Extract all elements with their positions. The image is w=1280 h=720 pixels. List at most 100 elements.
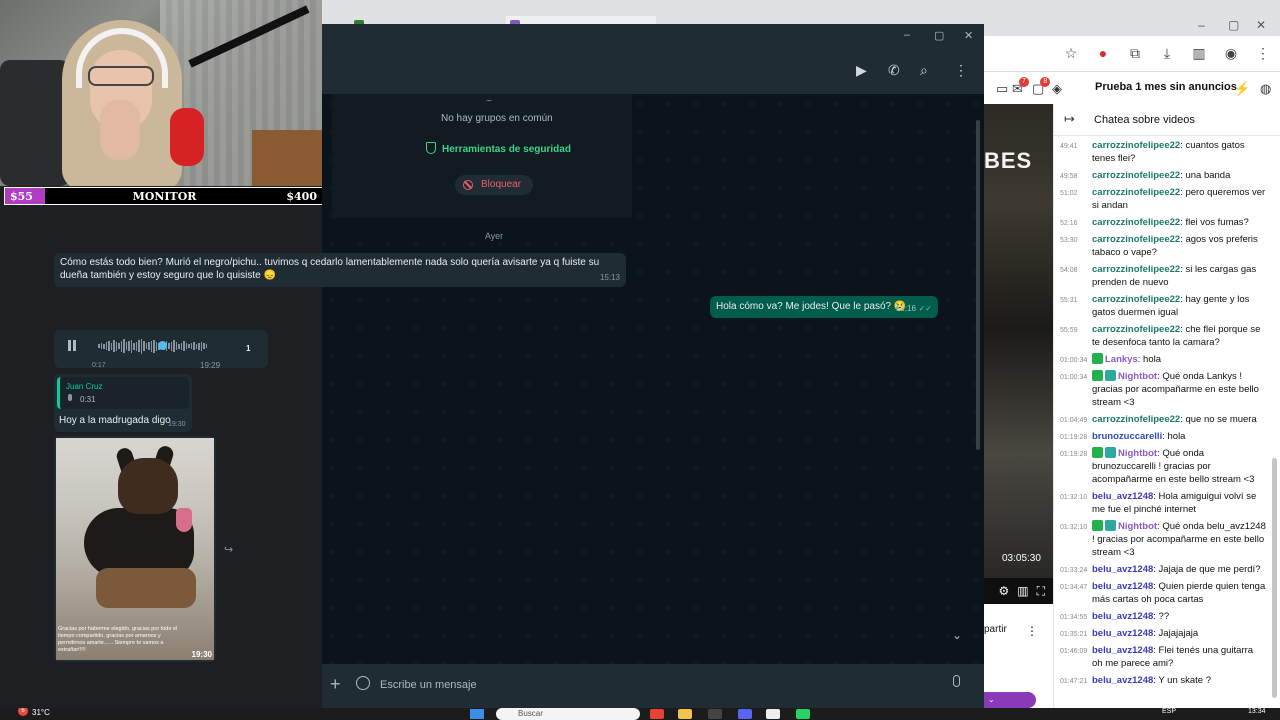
chat-message[interactable]: 01:04:49 carrozzinofelipee22: que no se m… [1054,412,1272,429]
sticker-icon[interactable] [356,676,370,690]
maximize-icon[interactable]: ▢ [934,29,944,42]
obs-icon[interactable] [708,709,722,719]
chat-username[interactable]: belu_avz1248 [1092,581,1153,592]
chat-username[interactable]: brunozuccarelli [1092,431,1162,442]
capcut-icon[interactable] [766,709,780,719]
puzzle-icon[interactable]: ⧉ [1126,45,1144,62]
chat-message[interactable]: 52:16 carrozzinofelipee22: flei vos fumas… [1054,215,1272,232]
image-message[interactable]: Gracias por haberme elegido, gracias por… [54,436,216,662]
chat-username[interactable]: carrozzinofelipee22 [1092,217,1180,228]
windows-start-icon[interactable] [470,709,484,719]
message-input[interactable] [380,672,940,698]
clock[interactable]: 13:34 [1248,708,1266,715]
fullscreen-icon[interactable]: ⛶ [1037,584,1045,599]
folder-icon[interactable] [678,709,692,719]
chat-message[interactable]: 01:32:10 belu_avz1248: Hola amiguigui vol… [1054,489,1272,519]
chat-message[interactable]: 54:08 carrozzinofelipee22: si les cargas … [1054,262,1272,292]
subscribe-button[interactable]: ⌄ [984,692,1036,708]
minimize-icon[interactable]: – [904,29,910,41]
chat-message[interactable]: 49:41 carrozzinofelipee22: cuantos gatos … [1054,138,1272,168]
chat-message[interactable]: 55:59 carrozzinofelipee22: che flei porqu… [1054,322,1272,352]
chat-username[interactable]: belu_avz1248 [1092,628,1153,639]
conversation-scrollbar[interactable] [976,120,980,450]
chat-message-list[interactable]: 49:41 carrozzinofelipee22: cuantos gatos … [1054,138,1272,708]
profile-icon[interactable]: ◉ [1222,45,1240,62]
chat-username[interactable]: belu_avz1248 [1092,564,1153,575]
forward-icon[interactable]: ↪ [224,543,233,556]
chat-message[interactable]: 01:34:47 belu_avz1248: Quien pierde quien… [1054,579,1272,609]
inbox-icon[interactable]: ✉ 7 [1012,77,1029,97]
adblock-icon[interactable]: ● [1094,45,1112,62]
settings-icon[interactable]: ⚙ [998,584,1009,598]
theater-icon[interactable]: ▥ [1017,584,1028,598]
chat-message[interactable]: 01:19:28 Nightbot: Qué onda brunozuccarel… [1054,446,1272,489]
chat-scrollbar-thumb[interactable] [1272,458,1277,698]
chat-message[interactable]: 53:30 carrozzinofelipee22: agos vos prefe… [1054,232,1272,262]
chat-username[interactable]: belu_avz1248 [1092,675,1153,686]
conversation-area[interactable] [322,94,984,664]
voice-message[interactable]: 0:17 19:29 1 [54,330,268,370]
chat-message[interactable]: 49:58 carrozzinofelipee22: una banda [1054,168,1272,185]
promo-button[interactable]: Prueba 1 mes sin anuncios [1095,81,1237,93]
chat-bubble-icon[interactable]: ▢ 8 [1032,77,1051,97]
microphone-icon[interactable] [953,675,960,687]
chat-message[interactable]: 01:19:28 brunozuccarelli: hola [1054,429,1272,446]
block-button[interactable]: Bloquear [455,175,533,195]
chat-message[interactable]: 01:32:10 Nightbot: Qué onda belu_avz1248 … [1054,519,1272,562]
cast-icon[interactable]: ▭ [996,81,1008,97]
share-button[interactable]: partir [984,624,1007,635]
chat-username[interactable]: carrozzinofelipee22 [1092,140,1180,151]
reply-message[interactable]: Juan Cruz 0:31 Hoy a la madrugada digo 1… [54,374,192,432]
chat-username[interactable]: Nightbot [1118,521,1157,532]
chat-username[interactable]: Nightbot [1118,371,1157,382]
chat-username[interactable]: carrozzinofelipee22 [1092,187,1180,198]
taskbar-search[interactable]: Buscar [496,708,640,720]
close-icon[interactable]: ✕ [964,29,973,42]
discord-icon[interactable] [738,709,752,719]
voice-seek-knob[interactable] [158,341,167,350]
weather-widget[interactable]: 6 31°C [18,708,50,717]
playback-speed-button[interactable]: 1 [246,342,250,355]
avatar[interactable]: ◍ [1260,81,1271,97]
voice-waveform[interactable] [98,338,216,354]
chat-message[interactable]: 01:00:34 Lankys: hola [1054,352,1272,369]
language-indicator[interactable]: ESP [1162,708,1176,715]
chat-scrollbar[interactable] [1272,138,1277,708]
chat-message[interactable]: 01:34:55 belu_avz1248: ?? [1054,609,1272,626]
chrome-icon[interactable] [650,709,664,719]
chat-username[interactable]: carrozzinofelipee22 [1092,324,1180,335]
more-icon[interactable]: ⋮ [1026,624,1038,638]
chat-username[interactable]: carrozzinofelipee22 [1092,170,1180,181]
chat-username[interactable]: Lankys [1105,354,1138,365]
whatsapp-icon[interactable] [796,709,810,719]
crown-icon[interactable]: ◈ [1052,81,1062,97]
more-options-icon[interactable]: ⋮ [954,62,968,79]
chat-message[interactable]: 01:00:34 Nightbot: Qué onda Lankys ! grac… [1054,369,1272,412]
chat-message[interactable]: 01:47:21 belu_avz1248: Y un skate ? [1054,673,1272,690]
attach-plus-icon[interactable]: + [330,674,341,695]
chat-username[interactable]: belu_avz1248 [1092,645,1153,656]
maximize-icon[interactable]: ▢ [1228,18,1239,32]
quoted-message[interactable]: Juan Cruz 0:31 [57,377,189,409]
minimize-icon[interactable]: – [1198,18,1205,32]
chat-username[interactable]: carrozzinofelipee22 [1092,414,1180,425]
pause-icon[interactable] [68,340,71,351]
scroll-down-icon[interactable]: ⌄ [952,628,962,642]
chat-username[interactable]: carrozzinofelipee22 [1092,234,1180,245]
chat-username[interactable]: belu_avz1248 [1092,491,1153,502]
incoming-message[interactable]: Cómo estás todo bien? Murió el negro/pic… [54,253,626,287]
star-icon[interactable]: ☆ [1062,45,1080,62]
phone-icon[interactable]: ✆ [888,62,900,79]
safety-tools-link[interactable]: Herramientas de seguridad [426,142,571,155]
chat-username[interactable]: carrozzinofelipee22 [1092,294,1180,305]
chat-message[interactable]: 01:35:21 belu_avz1248: Jajajajaja [1054,626,1272,643]
sidebar-icon[interactable]: ▥ [1190,45,1208,62]
chat-message[interactable]: 51:02 carrozzinofelipee22: pero queremos … [1054,185,1272,215]
chat-message[interactable]: 55:31 carrozzinofelipee22: hay gente y lo… [1054,292,1272,322]
outgoing-message[interactable]: Hola cómo va? Me jodes! Que le pasó? 😢 1… [710,296,938,318]
chat-message[interactable]: 01:46:09 belu_avz1248: Flei tenés una gui… [1054,643,1272,673]
chat-message[interactable]: 01:33:24 belu_avz1248: Jajaja de que me p… [1054,562,1272,579]
chat-username[interactable]: belu_avz1248 [1092,611,1153,622]
search-icon[interactable]: ⌕ [920,62,928,79]
collapse-chat-icon[interactable]: ↦ [1064,111,1075,127]
